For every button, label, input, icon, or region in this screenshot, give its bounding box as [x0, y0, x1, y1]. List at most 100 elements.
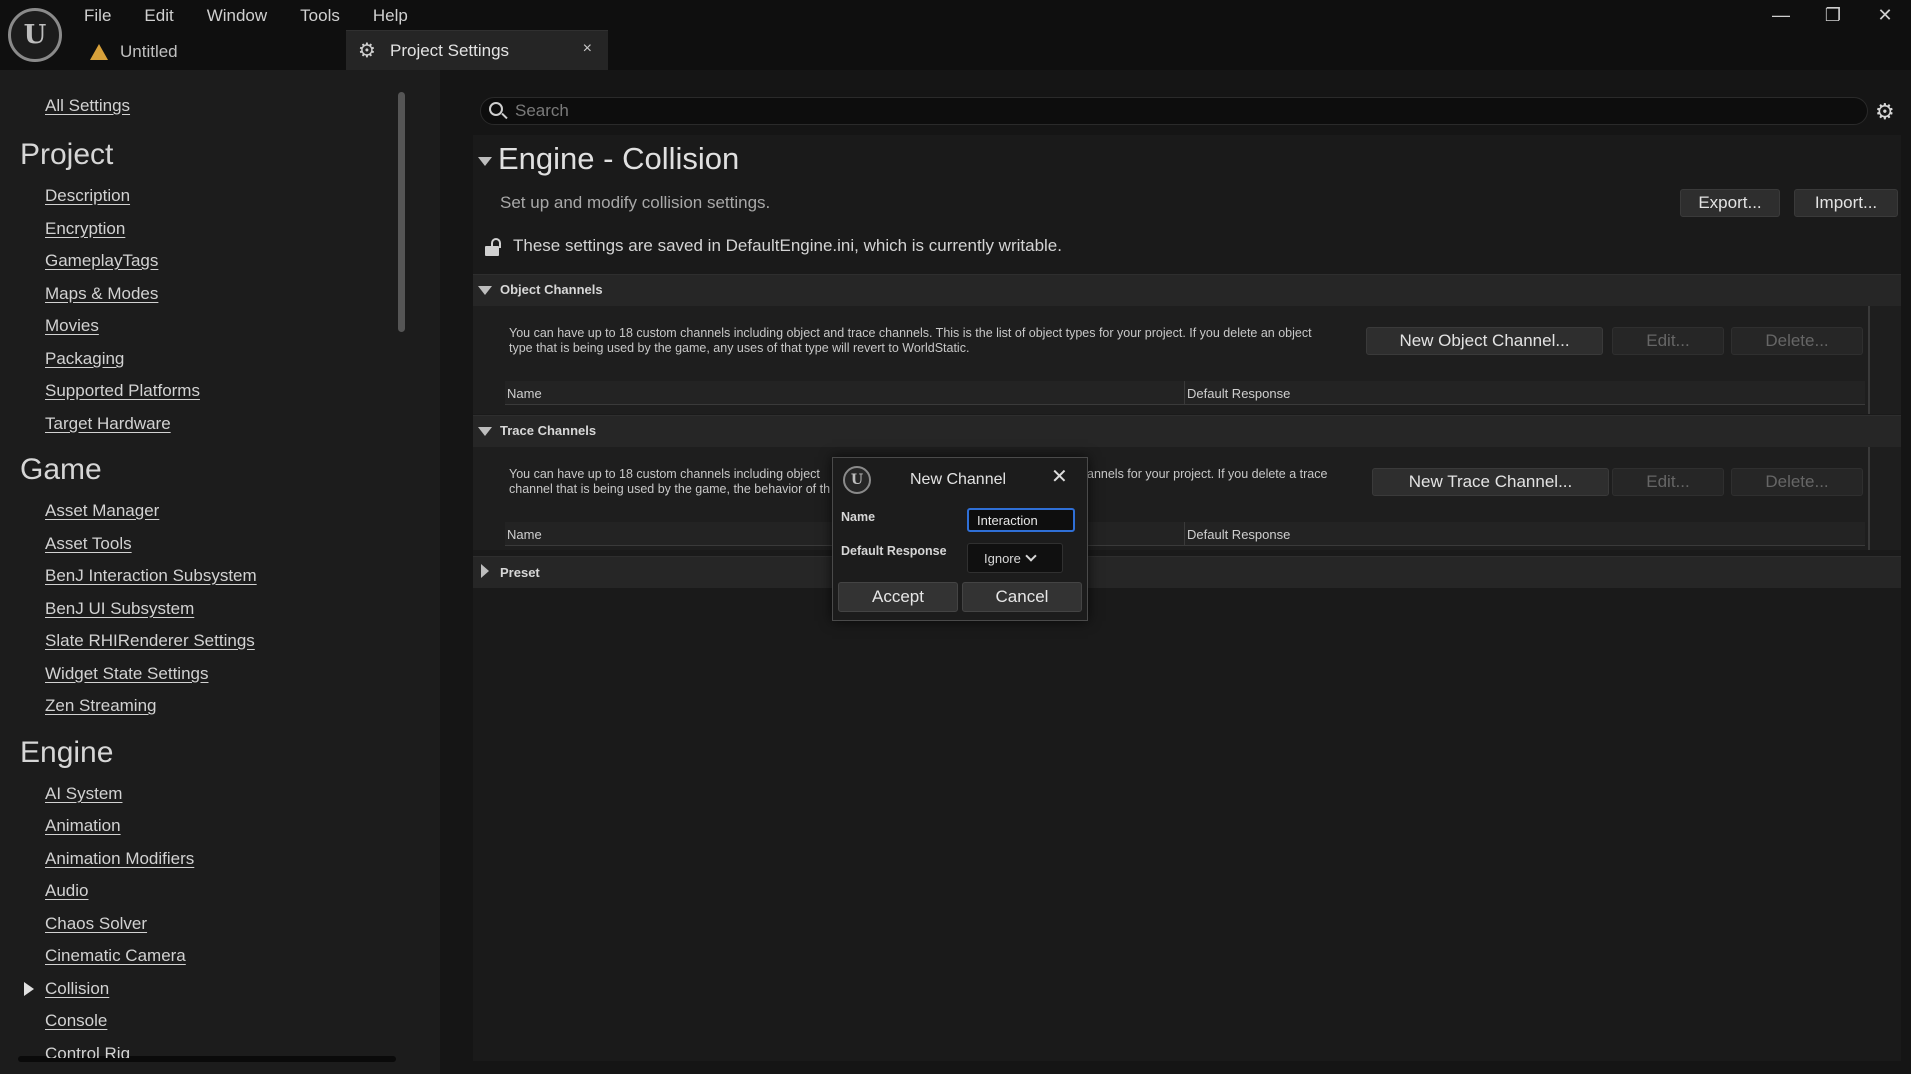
- sidebar-item-ai-system[interactable]: AI System: [45, 784, 122, 804]
- menu-help[interactable]: Help: [373, 4, 423, 28]
- object-channels-col-response: Default Response: [1187, 386, 1291, 401]
- cancel-button[interactable]: Cancel: [962, 582, 1082, 612]
- search-placeholder: Search: [515, 101, 569, 120]
- trace-channels-help-line1-right: annels for your project. If you delete a…: [1087, 467, 1328, 481]
- page-subtitle: Set up and modify collision settings.: [500, 193, 771, 212]
- sidebar-item-audio[interactable]: Audio: [45, 881, 88, 901]
- sidebar-item-collision[interactable]: Collision: [45, 979, 109, 999]
- sidebar-heading-game: Game: [20, 453, 102, 486]
- object-channels-help-line1: You can have up to 18 custom channels in…: [509, 326, 1312, 340]
- sidebar-item-benj-interaction-subsystem[interactable]: BenJ Interaction Subsystem: [45, 566, 257, 586]
- sidebar-item-slate-rhirenderer-settings[interactable]: Slate RHIRenderer Settings: [45, 631, 255, 651]
- tab-project-settings-label: Project Settings: [390, 40, 510, 60]
- delete-object-channel-button[interactable]: Delete...: [1731, 327, 1863, 355]
- collapse-trace-channels-icon[interactable]: [478, 427, 492, 436]
- dialog-title: New Channel: [910, 471, 1007, 488]
- object-channels-edge: [1868, 306, 1870, 414]
- sidebar-item-asset-manager[interactable]: Asset Manager: [45, 501, 159, 521]
- menu-file[interactable]: File: [84, 4, 126, 28]
- default-response-value: Ignore: [984, 550, 1021, 566]
- config-file-note: These settings are saved in DefaultEngin…: [513, 236, 1062, 255]
- close-icon[interactable]: ✕: [1051, 464, 1068, 489]
- tab-project-settings[interactable]: ⚙ Project Settings ×: [346, 30, 608, 70]
- sidebar-item-gameplaytags[interactable]: GameplayTags: [45, 251, 158, 271]
- document-tab-label: Untitled: [120, 42, 178, 61]
- minimize-button[interactable]: —: [1755, 0, 1807, 30]
- sidebar-item-cinematic-camera[interactable]: Cinematic Camera: [45, 946, 186, 966]
- trace-channels-help-line1-left: You can have up to 18 custom channels in…: [509, 467, 820, 481]
- new-object-channel-button[interactable]: New Object Channel...: [1366, 327, 1603, 355]
- restore-button[interactable]: ❐: [1807, 0, 1859, 30]
- page-title: Engine - Collision: [498, 141, 740, 176]
- menu-bar: File Edit Window Tools Help: [84, 4, 441, 28]
- sidebar-heading-engine: Engine: [20, 736, 114, 769]
- menu-window[interactable]: Window: [207, 4, 282, 28]
- object-channels-col-name: Name: [507, 386, 542, 401]
- sidebar-item-chaos-solver[interactable]: Chaos Solver: [45, 914, 147, 934]
- search-icon: [489, 102, 503, 116]
- sidebar-item-zen-streaming[interactable]: Zen Streaming: [45, 696, 157, 716]
- trace-channels-col-name: Name: [507, 527, 542, 542]
- sidebar-item-asset-tools[interactable]: Asset Tools: [45, 534, 132, 554]
- column-divider[interactable]: [1184, 522, 1185, 546]
- default-response-dropdown[interactable]: Ignore: [967, 543, 1063, 573]
- trace-channels-col-response: Default Response: [1187, 527, 1291, 542]
- default-response-label: Default Response: [841, 544, 947, 558]
- settings-sidebar: All Settings Project Description Encrypt…: [0, 70, 440, 1074]
- category-trace-channels[interactable]: [473, 415, 1901, 447]
- new-trace-channel-button[interactable]: New Trace Channel...: [1372, 468, 1609, 496]
- edit-object-channel-button[interactable]: Edit...: [1612, 327, 1724, 355]
- menu-edit[interactable]: Edit: [144, 4, 188, 28]
- sidebar-item-all-settings[interactable]: All Settings: [45, 96, 130, 116]
- sidebar-item-benj-ui-subsystem[interactable]: BenJ UI Subsystem: [45, 599, 194, 619]
- column-divider[interactable]: [1184, 381, 1185, 405]
- import-button[interactable]: Import...: [1794, 189, 1898, 217]
- search-input[interactable]: Search: [480, 97, 1868, 125]
- sidebar-item-supported-platforms[interactable]: Supported Platforms: [45, 381, 200, 401]
- object-channels-header-row: [505, 381, 1865, 405]
- sidebar-item-movies[interactable]: Movies: [45, 316, 99, 336]
- expand-preset-icon[interactable]: [481, 564, 489, 578]
- document-tab-untitled[interactable]: Untitled: [88, 38, 178, 66]
- sidebar-item-console[interactable]: Console: [45, 1011, 107, 1031]
- unreal-logo-icon: U: [843, 466, 871, 494]
- level-warning-icon: [88, 43, 110, 61]
- category-preset[interactable]: [473, 556, 1901, 588]
- window-controls: — ❐ ✕: [1755, 0, 1911, 30]
- sidebar-heading-project: Project: [20, 138, 114, 171]
- category-preset-label: Preset: [500, 565, 540, 580]
- collapse-object-channels-icon[interactable]: [478, 286, 492, 295]
- sidebar-item-encryption[interactable]: Encryption: [45, 219, 125, 239]
- channel-name-input[interactable]: [967, 508, 1075, 532]
- close-window-button[interactable]: ✕: [1859, 0, 1911, 30]
- object-channels-help-line2: type that is being used by the game, any…: [509, 341, 970, 355]
- sidebar-item-animation[interactable]: Animation: [45, 816, 121, 836]
- trace-channels-edge: [1868, 447, 1870, 550]
- view-options-gear-icon[interactable]: ⚙: [1875, 99, 1895, 125]
- close-tab-icon[interactable]: ×: [583, 40, 592, 58]
- trace-channels-header-row: [505, 522, 1865, 546]
- accept-button[interactable]: Accept: [838, 582, 958, 612]
- unlocked-icon: [485, 238, 501, 256]
- menu-tools[interactable]: Tools: [300, 4, 355, 28]
- new-channel-dialog: U New Channel ✕ Name Default Response Ig…: [832, 457, 1088, 621]
- chevron-down-icon: [1025, 550, 1037, 562]
- title-bar: U File Edit Window Tools Help Untitled ⚙…: [0, 0, 1911, 70]
- collapse-section-icon[interactable]: [478, 157, 492, 166]
- sidebar-item-maps-modes[interactable]: Maps & Modes: [45, 284, 158, 304]
- trace-channels-help-line2: channel that is being used by the game, …: [509, 482, 831, 496]
- sidebar-scrollbar[interactable]: [398, 92, 405, 332]
- category-object-channels[interactable]: [473, 274, 1901, 306]
- name-label: Name: [841, 510, 876, 524]
- delete-trace-channel-button[interactable]: Delete...: [1731, 468, 1863, 496]
- sidebar-item-animation-modifiers[interactable]: Animation Modifiers: [45, 849, 194, 869]
- category-trace-channels-label: Trace Channels: [500, 423, 597, 438]
- sidebar-item-widget-state-settings[interactable]: Widget State Settings: [45, 664, 208, 684]
- sidebar-item-target-hardware[interactable]: Target Hardware: [45, 414, 171, 434]
- export-button[interactable]: Export...: [1680, 189, 1780, 217]
- sidebar-item-packaging[interactable]: Packaging: [45, 349, 124, 369]
- edit-trace-channel-button[interactable]: Edit...: [1612, 468, 1724, 496]
- sidebar-item-description[interactable]: Description: [45, 186, 130, 206]
- sidebar-item-control-rig[interactable]: Control Rig: [45, 1044, 130, 1058]
- unreal-logo-icon[interactable]: U: [8, 8, 62, 62]
